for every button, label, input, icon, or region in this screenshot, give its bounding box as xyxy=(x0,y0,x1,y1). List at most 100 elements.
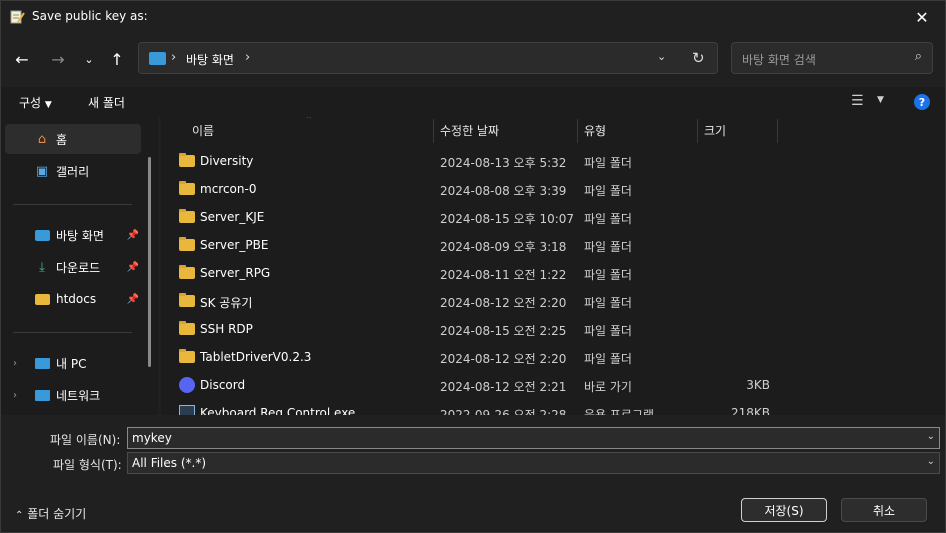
file-row[interactable]: mcrcon-0 2024-08-08 오후 3:39 파일 폴더 xyxy=(161,175,945,203)
file-row[interactable]: TabletDriverV0.2.3 2024-08-12 오전 2:20 파일… xyxy=(161,343,945,371)
column-divider[interactable] xyxy=(433,119,434,143)
folder-icon xyxy=(179,321,195,335)
filetype-value: All Files (*.*) xyxy=(132,456,207,470)
file-row[interactable]: SSH RDP 2024-08-15 오전 2:25 파일 폴더 xyxy=(161,315,945,343)
sidebar-item-label: 바탕 화면 xyxy=(56,228,104,243)
file-date: 2024-08-15 오전 2:25 xyxy=(440,324,567,338)
close-button[interactable]: ✕ xyxy=(899,1,945,33)
sort-ascending-icon: ⌃ xyxy=(305,117,313,125)
save-button[interactable]: 저장(S) xyxy=(741,498,827,522)
view-options-icon[interactable]: ☰ xyxy=(851,93,864,109)
file-name: SK 공유기 xyxy=(200,296,253,310)
sidebar-item-label: htdocs xyxy=(56,292,97,306)
breadcrumb-desktop[interactable]: 바탕 화면 xyxy=(186,51,234,68)
file-row[interactable]: Server_RPG 2024-08-11 오전 1:22 파일 폴더 xyxy=(161,259,945,287)
sidebar-scrollbar[interactable] xyxy=(148,157,151,367)
column-header-type[interactable]: 유형 xyxy=(584,117,606,143)
divider xyxy=(13,332,132,333)
chevron-down-icon: ⌄ xyxy=(926,456,935,467)
title-bar: Save public key as: ✕ xyxy=(1,1,945,33)
file-type: 응용 프로그램 xyxy=(584,408,655,415)
column-divider[interactable] xyxy=(777,119,778,143)
sidebar-item-downloads[interactable]: ⤓ 다운로드 📌 xyxy=(5,252,141,282)
file-date: 2024-08-08 오후 3:39 xyxy=(440,184,567,198)
pin-icon: 📌 xyxy=(126,261,139,273)
file-row[interactable]: SK 공유기 2024-08-12 오전 2:20 파일 폴더 xyxy=(161,287,945,315)
network-icon xyxy=(34,387,50,403)
column-divider[interactable] xyxy=(577,119,578,143)
refresh-icon[interactable]: ↻ xyxy=(692,49,705,67)
address-dropdown-icon[interactable]: ⌄ xyxy=(657,50,666,63)
pin-icon: 📌 xyxy=(126,293,139,305)
sidebar-item-network[interactable]: › 네트워크 xyxy=(5,380,141,410)
column-header-name[interactable]: 이름 xyxy=(192,117,214,143)
file-date: 2024-08-12 오전 2:20 xyxy=(440,296,567,310)
arrow-right-icon: → xyxy=(51,49,65,69)
command-bar: 구성 ▼ 새 폴더 ☰ ▼ ? xyxy=(1,87,945,117)
desktop-icon xyxy=(34,227,50,243)
filetype-select[interactable]: All Files (*.*) ⌄ xyxy=(127,452,940,474)
sidebar-item-gallery[interactable]: ▣ 갤러리 xyxy=(5,156,141,186)
new-folder-button[interactable]: 새 폴더 xyxy=(88,94,125,111)
file-row[interactable]: Keyboard Reg Control.exe 2022-09-26 오전 2… xyxy=(161,399,945,415)
column-header-date[interactable]: 수정한 날짜 xyxy=(440,117,499,143)
file-name: TabletDriverV0.2.3 xyxy=(200,350,312,364)
search-icon: ⌕ xyxy=(914,49,922,64)
folder-icon xyxy=(179,265,195,279)
organize-menu[interactable]: 구성 ▼ xyxy=(19,94,52,111)
file-date: 2024-08-11 오전 1:22 xyxy=(440,268,567,282)
file-size: 218KB xyxy=(730,406,770,415)
file-name: Diversity xyxy=(200,154,254,168)
address-bar[interactable]: › 바탕 화면 › ⌄ ↻ xyxy=(138,42,718,74)
sidebar-item-desktop[interactable]: 바탕 화면 📌 xyxy=(5,220,141,250)
forward-button[interactable]: → xyxy=(43,41,73,77)
file-date: 2024-08-12 오전 2:21 xyxy=(440,380,567,394)
file-name: mcrcon-0 xyxy=(200,182,257,196)
folder-icon xyxy=(179,209,195,223)
back-button[interactable]: ← xyxy=(7,41,37,77)
sidebar-item-label: 다운로드 xyxy=(56,260,101,275)
arrow-left-icon: ← xyxy=(15,49,29,69)
folder-icon xyxy=(179,153,195,167)
recent-locations-button[interactable]: ⌄ xyxy=(74,41,104,77)
chevron-down-icon[interactable]: ⌄ xyxy=(927,431,935,442)
arrow-up-icon: ↑ xyxy=(110,49,124,69)
folder-icon xyxy=(179,293,195,307)
gallery-icon: ▣ xyxy=(35,163,49,179)
chevron-right-icon: › xyxy=(245,50,251,65)
divider xyxy=(13,204,132,205)
discord-icon xyxy=(179,377,195,393)
column-header-size[interactable]: 크기 xyxy=(704,117,726,143)
chevron-right-icon[interactable]: › xyxy=(13,358,17,369)
chevron-down-icon[interactable]: ▼ xyxy=(877,95,884,105)
folder-icon xyxy=(34,291,50,307)
sidebar-item-home[interactable]: ⌂ 홈 xyxy=(5,124,141,154)
file-row[interactable]: Server_KJE 2024-08-15 오후 10:07 파일 폴더 xyxy=(161,203,945,231)
search-box[interactable]: 바탕 화면 검색 ⌕ xyxy=(731,42,933,74)
sidebar-item-label: 갤러리 xyxy=(56,164,90,179)
file-row[interactable]: Discord 2024-08-12 오전 2:21 바로 가기 3KB xyxy=(161,371,945,399)
sidebar-item-this-pc[interactable]: › 내 PC xyxy=(5,348,141,378)
window-title: Save public key as: xyxy=(32,9,148,23)
folder-icon xyxy=(179,237,195,251)
cancel-button[interactable]: 취소 xyxy=(841,498,927,522)
sidebar-item-htdocs[interactable]: htdocs 📌 xyxy=(5,284,141,314)
file-name: Server_RPG xyxy=(200,266,271,280)
file-name: SSH RDP xyxy=(200,322,253,336)
file-type: 파일 폴더 xyxy=(584,184,632,198)
file-date: 2024-08-12 오전 2:20 xyxy=(440,352,567,366)
filename-field[interactable]: mykey ⌄ xyxy=(127,427,940,449)
up-button[interactable]: ↑ xyxy=(102,41,132,77)
download-icon: ⤓ xyxy=(39,259,45,275)
file-type: 파일 폴더 xyxy=(584,212,632,226)
file-row[interactable]: Server_PBE 2024-08-09 오후 3:18 파일 폴더 xyxy=(161,231,945,259)
chevron-right-icon[interactable]: › xyxy=(13,390,17,401)
file-type: 파일 폴더 xyxy=(584,240,632,254)
help-icon[interactable]: ? xyxy=(914,94,930,110)
filename-value: mykey xyxy=(132,431,172,445)
hide-folders-button[interactable]: ⌃ 폴더 숨기기 xyxy=(15,505,86,522)
navigation-pane: ⌂ 홈 ▣ 갤러리 바탕 화면 📌 ⤓ 다운로드 📌 htdocs 📌 › 내 … xyxy=(1,117,158,415)
file-row[interactable]: Diversity 2024-08-13 오후 5:32 파일 폴더 xyxy=(161,147,945,175)
column-divider[interactable] xyxy=(697,119,698,143)
file-name: Keyboard Reg Control.exe xyxy=(200,406,356,415)
